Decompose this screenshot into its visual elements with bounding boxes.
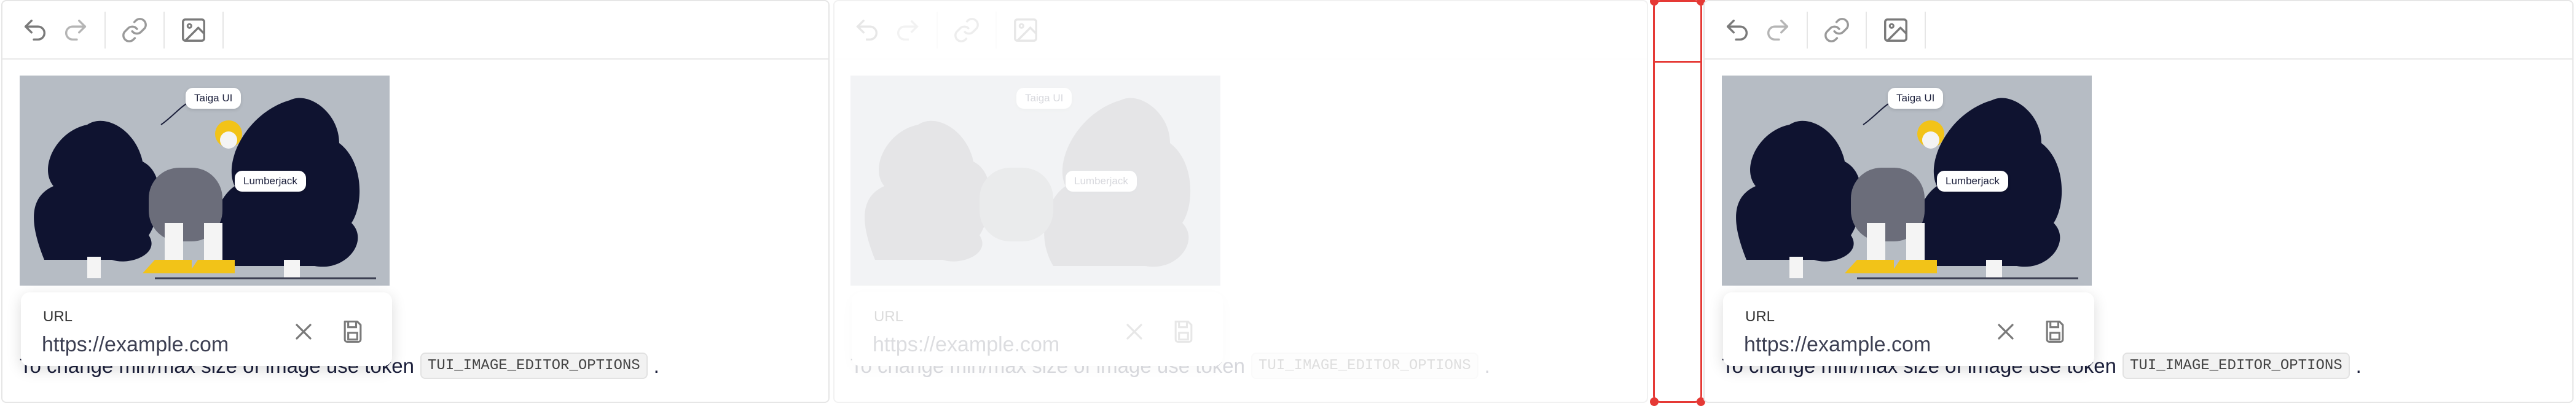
url-label: URL (43, 308, 73, 325)
undo-icon (24, 19, 45, 41)
redo-icon (897, 19, 919, 41)
toolbar-divider (937, 11, 938, 49)
info-suffix: . (2355, 354, 2362, 377)
toolbar-divider (104, 11, 106, 49)
url-popup: URL https://example.com (852, 292, 1223, 366)
link-icon (954, 17, 979, 42)
token-code: TUI_IMAGE_EDITOR_OPTIONS (2122, 353, 2350, 379)
close-button[interactable] (1121, 318, 1148, 345)
save-icon (2046, 320, 2064, 343)
toolbar-divider (163, 11, 165, 49)
editor-image[interactable]: Taiga UI Lumberjack (1722, 76, 2092, 286)
save-button[interactable] (339, 318, 366, 345)
image-icon (1884, 18, 1907, 42)
url-popup: URL https://example.com (1723, 292, 2094, 366)
redo-button[interactable] (1757, 10, 1798, 50)
tag-taiga-ui: Taiga UI (1016, 88, 1072, 109)
link-icon (122, 17, 147, 42)
tag-lumberjack: Lumberjack (235, 171, 306, 192)
link-icon (1824, 17, 1849, 42)
editor-image[interactable]: Taiga UI Lumberjack (20, 76, 390, 286)
undo-button[interactable] (1717, 10, 1757, 50)
tag-lumberjack: Lumberjack (1066, 171, 1137, 192)
resize-handle[interactable] (1650, 0, 1659, 6)
toolbar-divider (1866, 11, 1867, 49)
link-button[interactable] (946, 10, 987, 50)
resize-frame[interactable] (1650, 0, 1705, 406)
redo-button[interactable] (887, 10, 928, 50)
url-input[interactable]: https://example.com (42, 333, 229, 357)
resize-frame-divider (1655, 61, 1700, 63)
editor-toolbar (2, 1, 828, 60)
tag-taiga-ui: Taiga UI (186, 88, 242, 109)
undo-button[interactable] (15, 10, 55, 50)
editor-toolbar (834, 1, 1647, 60)
editor-panel-2: Taiga UI Lumberjack To change min/max si… (833, 0, 1648, 403)
tag-taiga-ui: Taiga UI (1888, 88, 1944, 109)
undo-button[interactable] (847, 10, 887, 50)
undo-icon (1726, 19, 1748, 41)
image-button[interactable] (1875, 10, 1916, 50)
url-popup: URL https://example.com (21, 292, 392, 366)
token-code: TUI_IMAGE_EDITOR_OPTIONS (1251, 353, 1478, 379)
info-suffix: . (653, 354, 659, 377)
image-icon (1014, 18, 1037, 42)
redo-icon (1767, 19, 1789, 41)
info-suffix: . (1484, 354, 1490, 377)
link-button[interactable] (1816, 10, 1857, 50)
close-icon (1126, 324, 1142, 340)
close-button[interactable] (290, 318, 317, 345)
token-code: TUI_IMAGE_EDITOR_OPTIONS (420, 353, 648, 379)
image-icon (182, 18, 205, 42)
save-button[interactable] (2041, 318, 2068, 345)
resize-handle[interactable] (1650, 397, 1659, 406)
link-button[interactable] (114, 10, 155, 50)
toolbar-divider (1807, 11, 1808, 49)
save-icon (1174, 320, 1193, 343)
undo-icon (856, 19, 878, 41)
editor-image[interactable]: Taiga UI Lumberjack (850, 76, 1220, 286)
image-button[interactable] (173, 10, 214, 50)
tag-lumberjack: Lumberjack (1937, 171, 2008, 192)
close-icon (296, 324, 312, 340)
editor-panel-1: Taiga UI Lumberjack To change min/max si… (1, 0, 830, 403)
image-button[interactable] (1005, 10, 1046, 50)
url-label: URL (874, 308, 904, 325)
url-input[interactable]: https://example.com (873, 333, 1059, 357)
url-input[interactable]: https://example.com (1744, 333, 1931, 357)
toolbar-divider (222, 11, 224, 49)
save-icon (344, 320, 362, 343)
editor-toolbar (1705, 1, 2572, 60)
url-label: URL (1745, 308, 1775, 325)
save-button[interactable] (1170, 318, 1197, 345)
editor-panel-3: Taiga UI Lumberjack To change min/max si… (1703, 0, 2574, 403)
close-icon (1998, 324, 2014, 340)
redo-button[interactable] (55, 10, 96, 50)
redo-icon (65, 19, 87, 41)
close-button[interactable] (1992, 318, 2019, 345)
toolbar-divider (995, 11, 997, 49)
toolbar-divider (1925, 11, 1926, 49)
